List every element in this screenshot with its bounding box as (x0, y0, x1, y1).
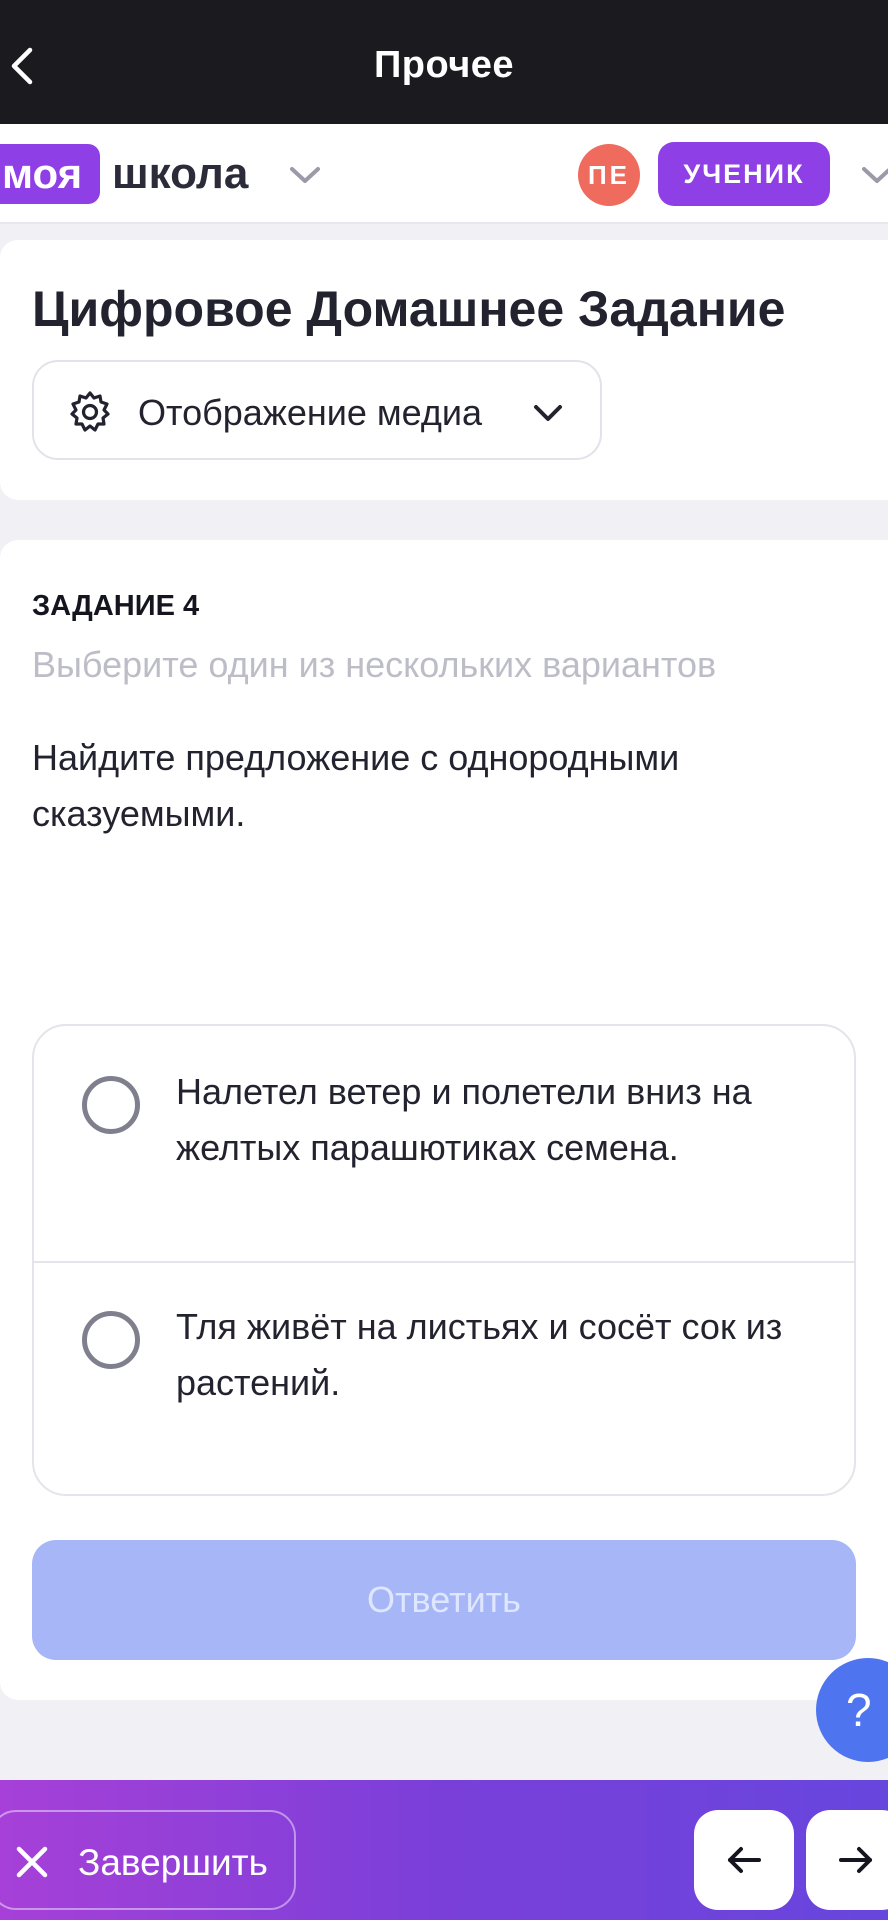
answer-option[interactable]: Налетел ветер и полетели вниз на желтых … (34, 1026, 854, 1261)
media-display-label: Отображение медиа (138, 392, 483, 433)
media-display-dropdown[interactable]: Отображение медиа (32, 360, 602, 460)
answer-button[interactable]: Ответить (32, 1540, 856, 1660)
task-hint: Выберите один из нескольких вариантов (32, 644, 717, 685)
chevron-down-icon (534, 405, 562, 421)
answer-option[interactable]: Тля живёт на листьях и сосёт сок из раст… (34, 1261, 854, 1494)
logo-moya[interactable]: моя (0, 144, 101, 204)
bottom-bar: Завершить (0, 1780, 888, 1920)
task-card: ЗАДАНИЕ 4 Выберите один из нескольких ва… (0, 540, 888, 1700)
option-text: Налетел ветер и полетели вниз на желтых … (176, 1071, 752, 1168)
answer-options: Налетел ветер и полетели вниз на желтых … (32, 1024, 856, 1496)
task-number: ЗАДАНИЕ 4 (32, 590, 200, 622)
chevron-down-icon[interactable] (858, 160, 888, 190)
close-icon (16, 1846, 48, 1878)
question-text: Найдите предложение с однородными сказуе… (32, 737, 680, 834)
next-button[interactable] (806, 1810, 888, 1910)
radio-button[interactable] (82, 1311, 140, 1369)
page-title: Прочее (373, 44, 515, 86)
app-header: моя школа ПЕ УЧЕНИК (0, 124, 888, 224)
arrow-left-icon (728, 1847, 761, 1873)
radio-button[interactable] (82, 1076, 140, 1134)
role-badge[interactable]: УЧЕНИК (658, 142, 830, 206)
chevron-down-icon[interactable] (286, 160, 324, 190)
option-text: Тля живёт на листьях и сосёт сок из раст… (176, 1306, 783, 1403)
finish-button[interactable]: Завершить (0, 1810, 296, 1910)
logo-shkola[interactable]: школа (112, 144, 248, 204)
homework-title: Цифровое Домашнее Задание (32, 281, 786, 337)
homework-header-card: Цифровое Домашнее Задание Отображение ме… (0, 240, 888, 500)
top-bar: Прочее (0, 0, 888, 124)
avatar[interactable]: ПЕ (578, 144, 640, 206)
gear-icon (70, 391, 110, 432)
previous-button[interactable] (694, 1810, 794, 1910)
finish-label: Завершить (78, 1842, 268, 1883)
arrow-right-icon (839, 1847, 872, 1873)
